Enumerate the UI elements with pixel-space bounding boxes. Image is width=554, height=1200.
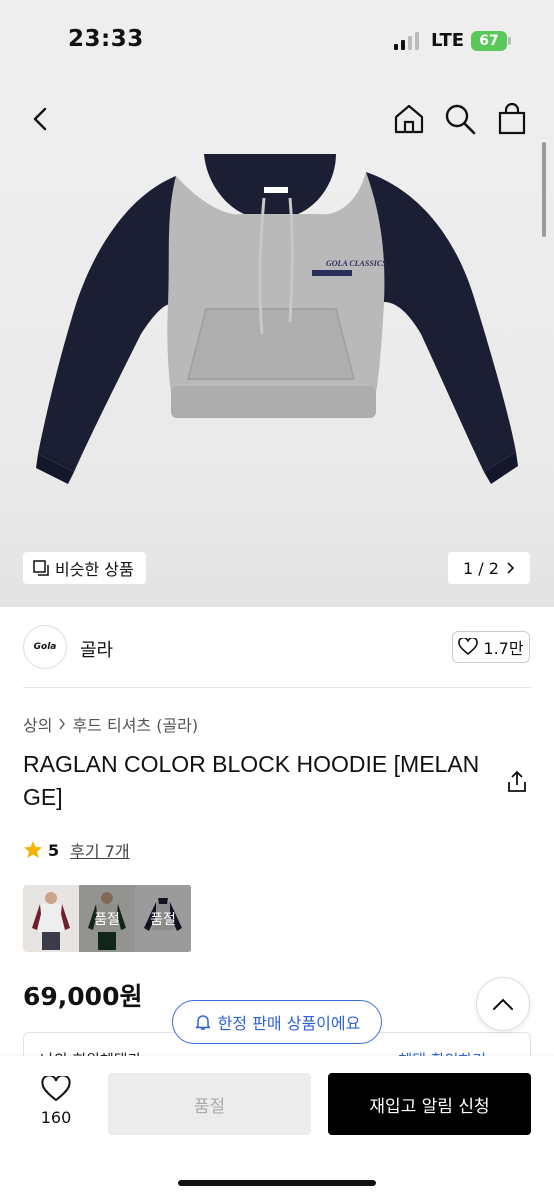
- reviews-link[interactable]: 후기 7개: [70, 838, 129, 862]
- brand-like-count: 1.7만: [483, 639, 524, 658]
- scrollbar[interactable]: [542, 142, 546, 237]
- battery-cap: [508, 37, 511, 45]
- color-option-burgundy[interactable]: [23, 885, 79, 952]
- brand-like-button[interactable]: 1.7만: [452, 631, 530, 663]
- heart-icon: [41, 1076, 71, 1102]
- product-image: GOLA CLASSICS: [36, 154, 518, 484]
- share-icon[interactable]: [505, 770, 529, 794]
- network-label: LTE: [431, 30, 465, 51]
- clock: 23:33: [68, 26, 144, 52]
- color-options: 품절 품절: [23, 885, 192, 952]
- sold-out-button[interactable]: 품절: [108, 1073, 311, 1135]
- brand-name[interactable]: 골라: [80, 636, 113, 662]
- chevron-right-icon: [507, 562, 515, 574]
- chest-logo-text: GOLA CLASSICS: [326, 259, 387, 268]
- chevron-left-icon[interactable]: [26, 104, 56, 134]
- similar-products-button[interactable]: 비슷한 상품: [23, 552, 146, 584]
- search-icon[interactable]: [443, 102, 477, 136]
- color-option-navy[interactable]: 품절: [135, 885, 191, 952]
- restock-alert-button[interactable]: 재입고 알림 신청: [328, 1073, 531, 1135]
- shopping-bag-icon[interactable]: [495, 102, 529, 136]
- thumb-image: [32, 891, 70, 950]
- toast-text: 한정 판매 상품이에요: [217, 1014, 361, 1033]
- bell-icon: [195, 1015, 210, 1030]
- copy-icon: [33, 560, 49, 576]
- breadcrumb-item-category[interactable]: 후드 티셔츠 (골라): [72, 712, 198, 736]
- status-bar: 23:33 LTE 67: [0, 0, 554, 84]
- battery-icon: 67: [471, 31, 507, 51]
- chevron-right-icon: [59, 718, 66, 730]
- bottom-action-bar: 160 품절 재입고 알림 신청: [0, 1056, 554, 1200]
- sold-out-label: 품절: [79, 885, 135, 952]
- limited-sale-toast: 한정 판매 상품이에요: [172, 1000, 382, 1044]
- product-price: 69,000원: [23, 982, 143, 1011]
- breadcrumb-item-top[interactable]: 상의: [23, 712, 52, 736]
- home-icon[interactable]: [392, 102, 426, 136]
- scroll-top-button[interactable]: [476, 977, 530, 1031]
- rating: 5 후기 7개: [23, 838, 130, 862]
- color-option-green[interactable]: 품절: [79, 885, 135, 952]
- breadcrumb: 상의 후드 티셔츠 (골라): [23, 712, 198, 736]
- sold-out-label: 품절: [135, 885, 191, 952]
- signal-icon: [394, 32, 419, 50]
- product-gallery[interactable]: GOLA CLASSICS 비슷한 상품 1 / 2: [0, 84, 554, 607]
- heart-icon: [458, 638, 479, 656]
- brand-logo-text: Gola: [33, 642, 57, 652]
- home-indicator: [178, 1180, 376, 1186]
- brand-logo[interactable]: Gola: [23, 625, 67, 669]
- divider: [23, 687, 531, 688]
- pager-label: 1 / 2: [463, 558, 499, 578]
- image-pager[interactable]: 1 / 2: [448, 552, 530, 584]
- wish-button[interactable]: 160: [36, 1076, 76, 1127]
- rating-score: 5: [48, 840, 60, 860]
- wish-count: 160: [40, 1108, 72, 1127]
- star-icon: [24, 841, 42, 858]
- product-title: RAGLAN COLOR BLOCK HOODIE [MELANGE]: [23, 751, 480, 810]
- similar-products-label: 비슷한 상품: [55, 560, 134, 579]
- chevron-up-icon: [493, 998, 513, 1010]
